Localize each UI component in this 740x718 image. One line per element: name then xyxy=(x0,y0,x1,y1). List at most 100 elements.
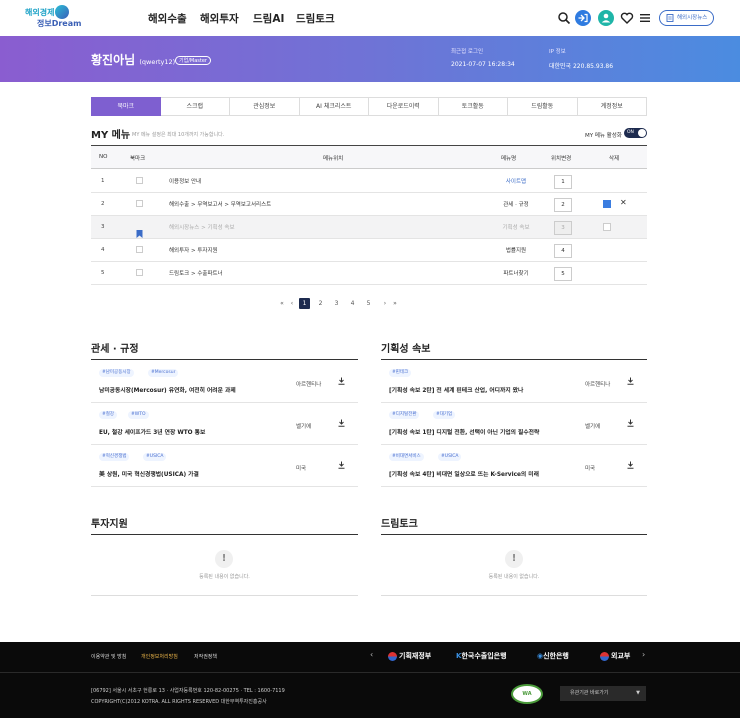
menu-location: 해외시장뉴스 > 기획성 속보 xyxy=(169,225,235,231)
tab-2[interactable]: 스크랩 xyxy=(160,97,230,116)
delete-checkbox[interactable] xyxy=(603,200,611,215)
tab-5[interactable]: 다운로드이력 xyxy=(369,97,439,116)
news-tag[interactable]: #USICA xyxy=(438,453,462,461)
ip-label: IP 정보 xyxy=(549,49,566,55)
tab-7[interactable]: 드림활동 xyxy=(508,97,578,116)
news-title[interactable]: [기획성 속보 4탄] 비대면 일상으로 뜨는 K-Service의 미래 xyxy=(389,469,539,478)
news-item[interactable]: #혁신경쟁법 #USICA 美 상원, 미국 혁신경쟁법(USICA) 가결 미국 xyxy=(91,446,358,487)
news-tag[interactable]: #비대면서비스 xyxy=(389,453,424,461)
page-4[interactable]: 4 xyxy=(347,298,358,309)
menu-icon[interactable] xyxy=(637,10,653,26)
tab-4[interactable]: AI 체크리스트 xyxy=(299,97,369,116)
search-icon[interactable] xyxy=(556,10,572,26)
page-last-icon[interactable]: » xyxy=(391,298,399,309)
news-title[interactable]: EU, 철강 세이프가드 3년 연장 WTO 통보 xyxy=(99,427,205,436)
footer-link-privacy[interactable]: 개인정보처리방침 xyxy=(141,653,178,660)
news-country: 아르헨티나 xyxy=(296,382,322,388)
nav-item-invest[interactable]: 해외투자 xyxy=(200,11,239,26)
partner-next-icon[interactable]: › xyxy=(642,650,645,659)
download-icon[interactable] xyxy=(627,461,634,471)
download-icon[interactable] xyxy=(338,419,345,429)
menu-name[interactable]: 사이트맵 xyxy=(471,177,561,185)
taegeuk-icon xyxy=(600,651,609,661)
related-sites-label: 유관기관 바로가기 xyxy=(570,690,609,696)
site-logo[interactable]: 해외경제 정보Dream xyxy=(25,5,85,31)
news-country: 벨기에 xyxy=(585,424,601,430)
tab-1[interactable]: 북마크 xyxy=(91,97,161,116)
table-row: 4 해외투자 > 투자지원 법률지원 4 xyxy=(91,239,647,262)
page-5[interactable]: 5 xyxy=(363,298,374,309)
news-title[interactable]: 美 상원, 미국 혁신경쟁법(USICA) 가결 xyxy=(99,469,199,478)
logo-line2: 정보Dream xyxy=(37,19,82,28)
partner-shinhan[interactable]: ◉신한은행 xyxy=(537,651,569,661)
nav-item-dream-talk[interactable]: 드림토크 xyxy=(296,11,335,26)
partner-prev-icon[interactable]: ‹ xyxy=(370,650,373,659)
news-tag[interactable]: #디지털전환 xyxy=(389,411,420,419)
news-item[interactable]: #디지털전환 #대기업 [기획성 속보 1탄] 디지털 전환, 선택이 아닌 기업의… xyxy=(381,404,647,445)
nav-item-export[interactable]: 해외수출 xyxy=(148,11,187,26)
bookmark-checkbox[interactable] xyxy=(136,269,143,276)
download-icon[interactable] xyxy=(627,419,634,429)
related-sites-select[interactable]: 유관기관 바로가기 ▼ xyxy=(560,686,646,701)
news-title[interactable]: [기획성 속보 1탄] 디지털 전환, 선택이 아닌 기업의 필수전략 xyxy=(389,427,539,436)
news-tag[interactable]: #대기업 xyxy=(433,411,456,419)
news-tag[interactable]: #WTO xyxy=(128,411,149,419)
news-item[interactable]: #남미공동시장 #Mercosur 남미공동시장(Mercosur) 유연화, 여전… xyxy=(91,362,358,403)
partner-mofa[interactable]: 외교부 xyxy=(600,651,630,661)
footer-link-copyright[interactable]: 저작권정책 xyxy=(194,653,217,660)
news-title[interactable]: 남미공동시장(Mercosur) 유연화, 여전히 어려운 과제 xyxy=(99,385,236,394)
bookmark-checkbox[interactable] xyxy=(136,200,143,207)
taegeuk-icon xyxy=(388,651,397,661)
table-row: 5 드림토크 > 수출파트너 파트너찾기 5 xyxy=(91,262,647,285)
page-prev-icon[interactable]: ‹ xyxy=(288,298,296,309)
news-item[interactable]: #비대면서비스 #USICA [기획성 속보 4탄] 비대면 일상으로 뜨는 K-S… xyxy=(381,446,647,487)
page-2[interactable]: 2 xyxy=(315,298,326,309)
news-tag[interactable]: #철강 xyxy=(99,411,118,419)
page-3[interactable]: 3 xyxy=(331,298,342,309)
bookmark-icon xyxy=(136,230,143,238)
delete-checkbox[interactable] xyxy=(603,223,611,231)
market-news-button[interactable]: 해외시장뉴스 xyxy=(659,10,714,26)
menu-name: 법률지원 xyxy=(505,248,527,254)
page-first-icon[interactable]: « xyxy=(278,298,286,309)
order-input[interactable]: 2 xyxy=(554,198,572,212)
download-icon[interactable] xyxy=(338,377,345,387)
nav-item-dream-ai[interactable]: 드림AI xyxy=(253,11,284,26)
news-tag[interactable]: #핀테크 xyxy=(389,369,412,377)
page-next-icon[interactable]: › xyxy=(381,298,389,309)
news-title[interactable]: [기획성 속보 2탄] 전 세계 핀테크 산업, 어디까지 왔나 xyxy=(389,385,523,394)
order-input[interactable]: 4 xyxy=(554,244,572,258)
page-1[interactable]: 1 xyxy=(299,298,310,309)
logout-icon[interactable] xyxy=(575,10,591,26)
news-item[interactable]: #핀테크 [기획성 속보 2탄] 전 세계 핀테크 산업, 어디까지 왔나 아르헨티… xyxy=(381,362,647,403)
news-country: 아르헨티나 xyxy=(585,382,611,388)
my-menu-toggle[interactable]: ON xyxy=(624,128,647,138)
close-icon[interactable]: ✕ xyxy=(620,198,627,207)
heart-icon[interactable] xyxy=(619,10,635,26)
partner-kexim[interactable]: K한국수출입은행 xyxy=(456,651,507,661)
customs-header-line xyxy=(91,345,358,360)
news-tag[interactable]: #남미공동시장 xyxy=(99,369,134,377)
order-input[interactable]: 1 xyxy=(554,175,572,189)
news-tag[interactable]: #혁신경쟁법 xyxy=(99,453,130,461)
bookmark-filled-icon[interactable] xyxy=(136,223,143,238)
news-item[interactable]: #철강 #WTO EU, 철강 세이프가드 3년 연장 WTO 통보 벨기에 xyxy=(91,404,358,445)
footer-link-terms[interactable]: 이용약관 및 방침 xyxy=(91,653,126,660)
partner-mofa-label: 외교부 xyxy=(611,652,631,660)
tab-8[interactable]: 계정정보 xyxy=(577,97,647,116)
download-icon[interactable] xyxy=(338,461,345,471)
download-arrow-icon xyxy=(338,461,345,469)
partner-moef[interactable]: 기획재정부 xyxy=(388,651,431,661)
globe-icon xyxy=(55,5,69,19)
order-input[interactable]: 5 xyxy=(554,267,572,281)
tab-3[interactable]: 관심정보 xyxy=(230,97,300,116)
tab-6[interactable]: 토크활동 xyxy=(438,97,508,116)
bookmark-checkbox[interactable] xyxy=(136,246,143,253)
download-icon[interactable] xyxy=(627,377,634,387)
col-delete: 삭제 xyxy=(609,156,620,162)
news-tag[interactable]: #Mercosur xyxy=(148,369,179,377)
download-arrow-icon xyxy=(338,419,345,427)
user-icon[interactable] xyxy=(598,10,614,26)
bookmark-checkbox[interactable] xyxy=(136,177,143,184)
news-tag[interactable]: #USICA xyxy=(143,453,167,461)
